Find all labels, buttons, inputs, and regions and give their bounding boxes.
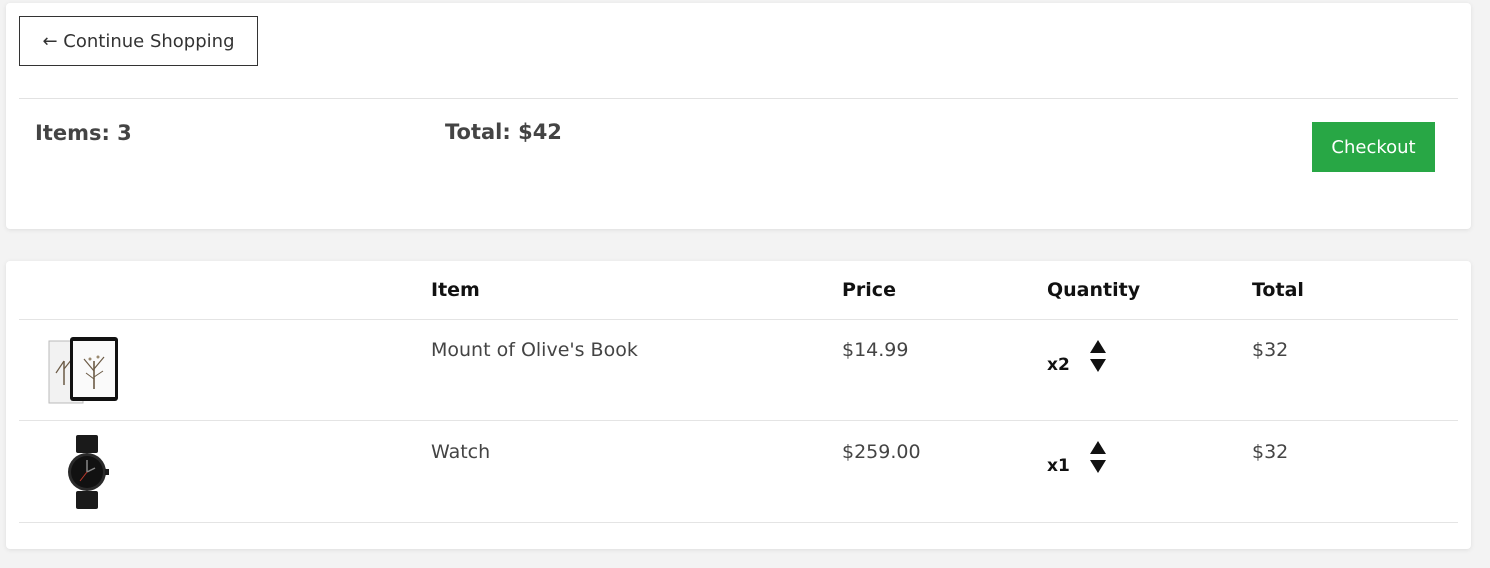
caret-up-icon[interactable] xyxy=(1090,441,1106,454)
caret-down-icon[interactable] xyxy=(1090,359,1106,372)
cart-total: Total: $42 xyxy=(445,120,562,144)
continue-shopping-button[interactable]: ← Continue Shopping xyxy=(19,16,258,66)
item-quantity: x1 xyxy=(1047,456,1070,476)
caret-down-icon[interactable] xyxy=(1090,460,1106,473)
item-quantity: x2 xyxy=(1047,355,1070,375)
row-divider xyxy=(19,522,1458,523)
column-header-price: Price xyxy=(842,279,896,301)
watch-thumbnail-icon xyxy=(68,435,109,509)
book-tablet-thumbnail-icon xyxy=(48,337,118,404)
cart-summary-card: ← Continue Shopping Items: 3 Total: $42 … xyxy=(6,3,1471,229)
column-header-quantity: Quantity xyxy=(1047,279,1141,301)
checkout-button[interactable]: Checkout xyxy=(1312,122,1435,172)
item-name: Mount of Olive's Book xyxy=(431,339,638,361)
summary-divider xyxy=(19,98,1458,99)
quantity-stepper[interactable] xyxy=(1088,441,1108,473)
column-header-item: Item xyxy=(431,279,480,301)
item-name: Watch xyxy=(431,441,491,463)
caret-up-icon[interactable] xyxy=(1090,340,1106,353)
column-header-total: Total xyxy=(1252,279,1304,301)
items-count: Items: 3 xyxy=(35,121,132,145)
item-price: $259.00 xyxy=(842,441,921,463)
item-total: $32 xyxy=(1252,339,1289,361)
cart-table-card: Item Price Quantity Total Mount of Olive… xyxy=(6,261,1471,549)
quantity-stepper[interactable] xyxy=(1088,340,1108,372)
row-divider xyxy=(19,420,1458,421)
item-total: $32 xyxy=(1252,441,1289,463)
item-price: $14.99 xyxy=(842,339,909,361)
header-divider xyxy=(19,319,1458,320)
